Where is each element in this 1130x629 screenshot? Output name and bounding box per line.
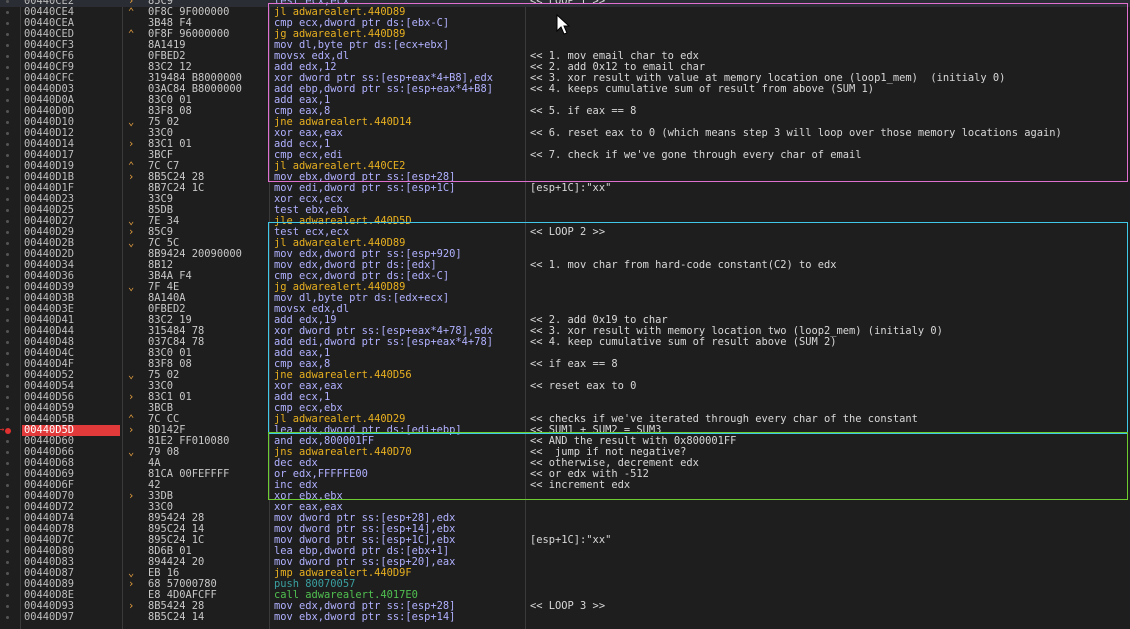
gutter-dot-icon[interactable] [0,0,20,7]
gutter-dot-icon[interactable] [0,326,20,337]
jump-arrow-icon: › [128,391,135,403]
jump-arrow-icon: › [128,578,135,590]
gutter-dot-icon[interactable] [0,590,20,601]
gutter-dot-icon[interactable] [0,216,20,227]
gutter-dot-icon[interactable] [0,458,20,469]
comment-cell[interactable]: << LOOP 1 >> [530,0,1130,7]
instruction-cell[interactable]: mov ebx,dword ptr ss:[esp+14] [274,612,524,623]
gutter-dot-icon[interactable] [0,18,20,29]
breakpoint-icon[interactable]: → [0,425,20,436]
jump-arrow-icon: ⌄ [128,116,135,128]
comment-cell[interactable]: [esp+1C]:"xx" [530,535,1130,546]
gutter-dot-icon[interactable] [0,249,20,260]
gutter-dot-icon[interactable] [0,348,20,359]
comment-cell[interactable]: << LOOP 3 >> [530,601,1130,612]
jump-arrow-icon: ⌄ [128,446,135,458]
gutter-dot-icon[interactable] [0,403,20,414]
gutter-dot-icon[interactable] [0,139,20,150]
gutter-dot-icon[interactable] [0,381,20,392]
gutter-dot-icon[interactable] [0,502,20,513]
comment-cell[interactable]: << increment edx [530,480,1130,491]
address-cell[interactable]: 00440D97 [22,612,120,623]
gutter-dot-icon[interactable] [0,205,20,216]
jump-arrow-icon: ⌄ [128,369,135,381]
gutter-dot-icon[interactable] [0,359,20,370]
gutter-dot-icon[interactable] [0,51,20,62]
gutter-dot-icon[interactable] [0,513,20,524]
gutter-dot-icon[interactable] [0,535,20,546]
jump-arrow-icon: ⌃ [128,28,135,40]
comment-cell[interactable]: << if eax == 8 [530,359,1130,370]
gutter-dot-icon[interactable] [0,29,20,40]
gutter-dot-icon[interactable] [0,150,20,161]
gutter-dot-icon[interactable] [0,370,20,381]
mouse-pointer-icon [556,14,571,35]
comment-cell[interactable]: << 4. keep cumulative sum of result abov… [530,337,1130,348]
gutter-dot-icon[interactable] [0,568,20,579]
comment-cell[interactable]: << LOOP 2 >> [530,227,1130,238]
bytes-cell: 8B5C24 14 [148,611,205,623]
comment-cell[interactable]: << reset eax to 0 [530,381,1130,392]
gutter-dot-icon[interactable] [0,480,20,491]
gutter-dot-icon[interactable] [0,436,20,447]
gutter-dot-icon[interactable] [0,304,20,315]
gutter-dot-icon[interactable] [0,414,20,425]
gutter-dot-icon[interactable] [0,392,20,403]
gutter-dot-icon[interactable] [0,194,20,205]
disassembly-view[interactable]: 00440CE2 › 85C9 test ecx,ecx << LOOP 1 >> 004… [0,0,1130,629]
gutter-dot-icon[interactable] [0,491,20,502]
comment-cell[interactable]: << 1. mov char from hard-code constant(C… [530,260,1130,271]
jump-arrow-icon: ⌄ [128,281,135,293]
comment-cell[interactable]: [esp+1C]:"xx" [530,183,1130,194]
gutter-dot-icon[interactable] [0,579,20,590]
gutter-dot-icon[interactable] [0,271,20,282]
gutter-dot-icon[interactable] [0,546,20,557]
gutter-dot-icon[interactable] [0,183,20,194]
gutter-dot-icon[interactable] [0,73,20,84]
jump-arrow-icon: › [128,600,135,612]
gutter-dot-icon[interactable] [0,238,20,249]
jump-arrow-icon: ⌃ [128,6,135,18]
gutter-dot-icon[interactable] [0,7,20,18]
jump-arrow-icon: ⌄ [128,237,135,249]
bytes-cell: 81CA 00FEFFFF [148,468,230,480]
gutter-dot-icon[interactable] [0,161,20,172]
comment-cell[interactable]: << 5. if eax == 8 [530,106,1130,117]
gutter-dot-icon[interactable] [0,293,20,304]
comment-cell[interactable]: << 6. reset eax to 0 (which means step 3… [530,128,1130,139]
gutter-dot-icon[interactable] [0,557,20,568]
gutter-dot-icon[interactable] [0,524,20,535]
gutter-dot-icon[interactable] [0,227,20,238]
instruction-pointer-icon: → [0,425,5,435]
gutter-dot-icon[interactable] [0,172,20,183]
gutter-dot-icon[interactable] [0,106,20,117]
gutter-dot-icon[interactable] [0,469,20,480]
gutter-dot-icon[interactable] [0,84,20,95]
jump-arrow-icon: › [128,490,135,502]
gutter-dot-icon[interactable] [0,260,20,271]
gutter-dot-icon[interactable] [0,447,20,458]
comment-cell[interactable]: << 4. keeps cumulative sum of result fro… [530,84,1130,95]
gutter-dot-icon[interactable] [0,62,20,73]
bytes-cell: 79 08 [148,446,180,458]
comment-cell[interactable]: << 7. check if we've gone through every … [530,150,1130,161]
jump-arrow-icon: › [128,424,135,436]
jump-arrow-icon: › [128,138,135,150]
gutter-dot-icon[interactable] [0,612,20,623]
jump-arrow-icon: › [128,171,135,183]
gutter-dot-icon[interactable] [0,128,20,139]
gutter-dot-icon[interactable] [0,337,20,348]
gutter-dot-icon[interactable] [0,40,20,51]
gutter-dot-icon[interactable] [0,117,20,128]
gutter-dot-icon[interactable] [0,282,20,293]
instruction-row[interactable]: 00440D97 8B5C24 14 mov ebx,dword ptr ss:[e… [0,612,1130,623]
gutter-dot-icon[interactable] [0,315,20,326]
gutter-dot-icon[interactable] [0,601,20,612]
gutter-dot-icon[interactable] [0,95,20,106]
